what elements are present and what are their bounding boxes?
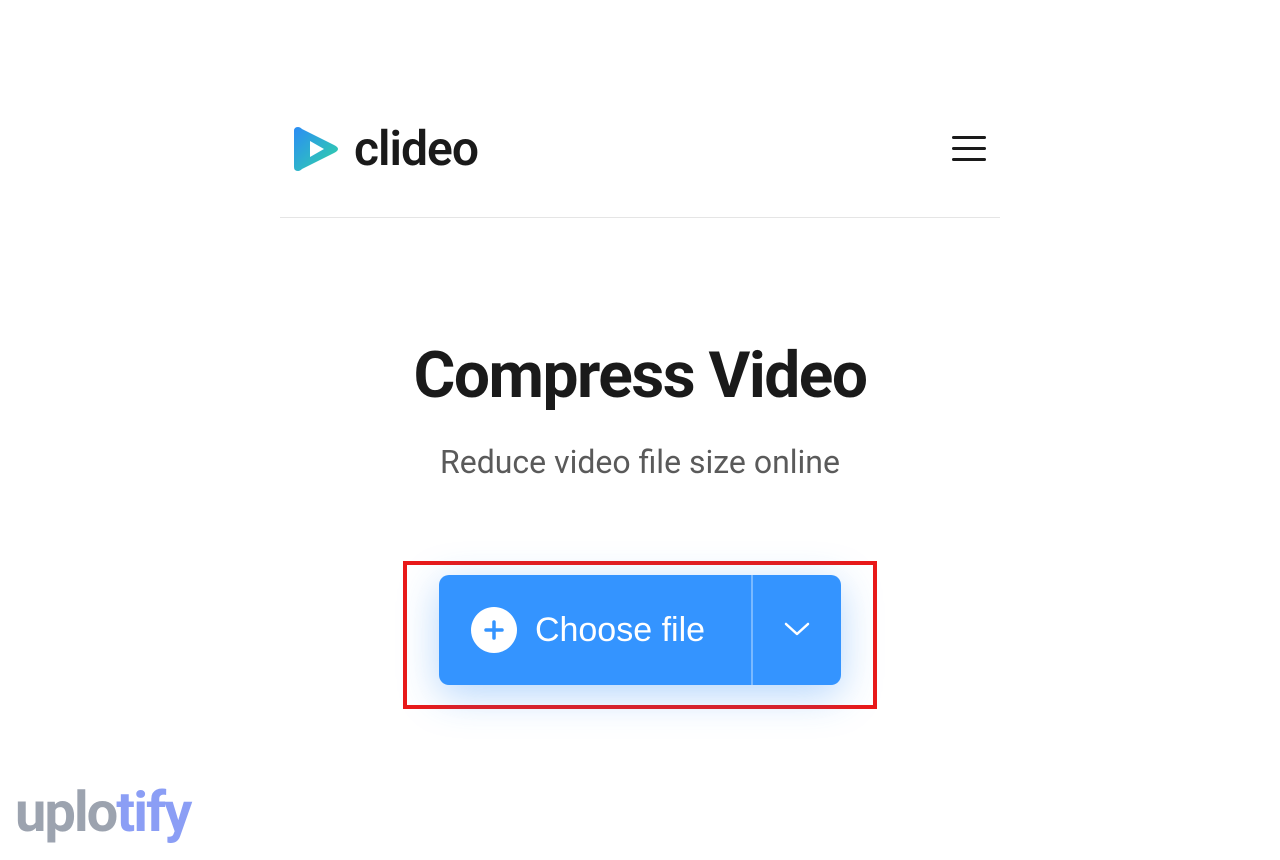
choose-file-button-group: Choose file: [439, 575, 841, 685]
watermark-part2: tify: [116, 779, 190, 845]
highlighted-area: Choose file: [403, 561, 877, 709]
main-content: Compress Video Reduce video file size on…: [280, 218, 1000, 709]
page-title: Compress Video: [280, 338, 1000, 413]
dropdown-button[interactable]: [751, 575, 841, 685]
choose-file-button[interactable]: Choose file: [439, 575, 751, 685]
choose-file-label: Choose file: [535, 611, 705, 650]
brand-name: clideo: [354, 120, 478, 177]
page-subtitle: Reduce video file size online: [280, 443, 1000, 481]
watermark: uplotify: [15, 779, 190, 845]
app-header: clideo: [280, 120, 1000, 218]
brand-logo[interactable]: clideo: [290, 120, 478, 177]
play-icon: [290, 123, 342, 175]
watermark-part1: uplo: [15, 779, 116, 845]
hamburger-icon: [952, 136, 986, 139]
plus-icon: [471, 607, 517, 653]
chevron-down-icon: [783, 621, 811, 640]
menu-button[interactable]: [948, 132, 990, 165]
